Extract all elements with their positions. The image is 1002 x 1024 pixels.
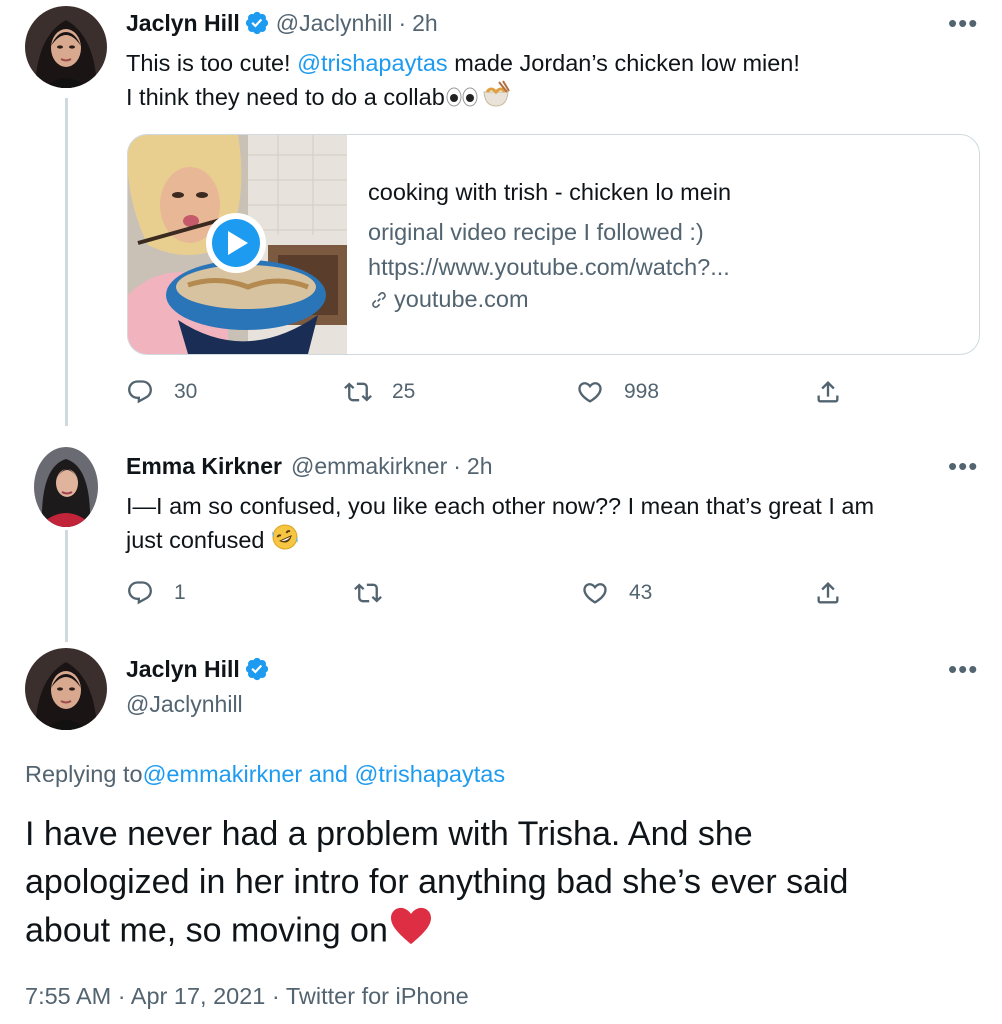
tweet-text-line: I—I am so confused, you like each other … [126, 493, 875, 519]
display-name[interactable]: Jaclyn Hill [126, 656, 240, 683]
share-icon [817, 381, 839, 403]
tweet-text: I—I am so confused, you like each other … [126, 489, 976, 560]
retweet-icon [344, 382, 372, 402]
like-count: 43 [629, 581, 653, 604]
avatar[interactable] [25, 648, 107, 730]
card-title: cooking with trish - chicken lo mein [368, 179, 732, 205]
thread-line [65, 98, 68, 426]
separator: · [398, 9, 407, 36]
noodle-bowl-emoji-icon [481, 80, 511, 117]
mention-link[interactable]: @trishapaytas [297, 50, 448, 76]
tweet-actions: 1 43 [126, 575, 976, 611]
reply-count: 1 [174, 581, 186, 604]
avatar[interactable] [25, 6, 107, 88]
share-button[interactable] [814, 579, 842, 607]
card-description: original video recipe I followed :) http… [368, 215, 730, 285]
handle[interactable]: @emmakirkner [291, 453, 447, 480]
retweet-button[interactable] [354, 579, 402, 607]
display-name[interactable]: Jaclyn Hill [126, 10, 240, 37]
replying-to: Replying to @emmakirkner and @trishapayt… [25, 757, 505, 791]
card-domain: youtube.com [368, 286, 529, 313]
focused-tweet-text: I have never had a problem with Trisha. … [25, 810, 975, 959]
card-description-line: https://www.youtube.com/watch?... [368, 254, 730, 280]
separator: · [453, 452, 461, 479]
card-description-line: original video recipe I followed :) [368, 219, 704, 245]
tweet-text-line: apologized in her intro for anything bad… [25, 863, 849, 901]
link-icon [368, 289, 390, 311]
reply-icon [128, 380, 152, 404]
tweet-text-line: just confused [126, 527, 265, 553]
reply-button[interactable]: 30 [126, 378, 197, 406]
link-card[interactable]: cooking with trish - chicken lo mein ori… [127, 134, 980, 355]
verified-badge-icon [244, 656, 270, 682]
more-options-icon[interactable]: ••• [948, 453, 978, 479]
timestamp[interactable]: 2h [467, 453, 493, 480]
like-count: 998 [624, 380, 660, 403]
video-thumbnail[interactable] [128, 135, 347, 354]
tweet-text-line: I have never had a problem with Trisha. … [25, 815, 753, 853]
tweet-header: Jaclyn Hill [126, 652, 276, 686]
tweet-header: Emma Kirkner @emmakirkner · 2h [126, 449, 493, 483]
handle[interactable]: @Jaclynhill [276, 10, 393, 37]
tweet-header: Jaclyn Hill @Jaclynhill · 2h [126, 6, 438, 40]
retweet-button[interactable]: 25 [344, 378, 415, 406]
like-button[interactable]: 998 [576, 378, 659, 406]
reply-icon [128, 581, 152, 605]
tweet-text: This is too cute! @trishapaytas made Jor… [126, 46, 976, 117]
share-button[interactable] [814, 378, 842, 406]
tweet-text-line: about me, so moving on [25, 911, 388, 950]
verified-badge-icon [244, 10, 270, 36]
red-heart-emoji-icon [388, 906, 434, 959]
tweet-metadata[interactable]: 7:55 AM · Apr 17, 2021 · Twitter for iPh… [25, 983, 469, 1010]
tweet-text-line: I think they need to do a collab [126, 84, 445, 110]
rolling-laughing-emoji-icon [271, 523, 299, 560]
replying-label: Replying to [25, 760, 143, 787]
tweet-actions: 30 25 998 [126, 374, 976, 410]
heart-icon [583, 583, 607, 604]
tweet-text-part: made Jordan’s chicken low mien! [447, 50, 800, 76]
reply-button[interactable]: 1 [126, 579, 186, 607]
like-button[interactable]: 43 [581, 579, 652, 607]
eyes-emoji-icon [445, 82, 479, 116]
reply-count: 30 [174, 380, 198, 403]
handle[interactable]: @Jaclynhill [126, 691, 243, 718]
replying-and: and [302, 760, 355, 787]
avatar[interactable] [34, 447, 98, 527]
tweet-text-part: This is too cute! [126, 50, 298, 76]
display-name[interactable]: Emma Kirkner [126, 453, 282, 480]
mention-link[interactable]: @trishapaytas [355, 761, 506, 788]
timestamp[interactable]: 2h [412, 10, 438, 37]
thread-line [65, 530, 68, 642]
share-icon [817, 582, 839, 604]
mention-link[interactable]: @emmakirkner [143, 761, 303, 788]
retweet-icon [354, 583, 382, 603]
retweet-count: 25 [392, 380, 416, 403]
more-options-icon[interactable]: ••• [948, 656, 978, 682]
heart-icon [578, 382, 602, 403]
card-domain-text: youtube.com [394, 286, 529, 312]
handle-row: @Jaclynhill [126, 687, 243, 721]
more-options-icon[interactable]: ••• [948, 10, 978, 36]
